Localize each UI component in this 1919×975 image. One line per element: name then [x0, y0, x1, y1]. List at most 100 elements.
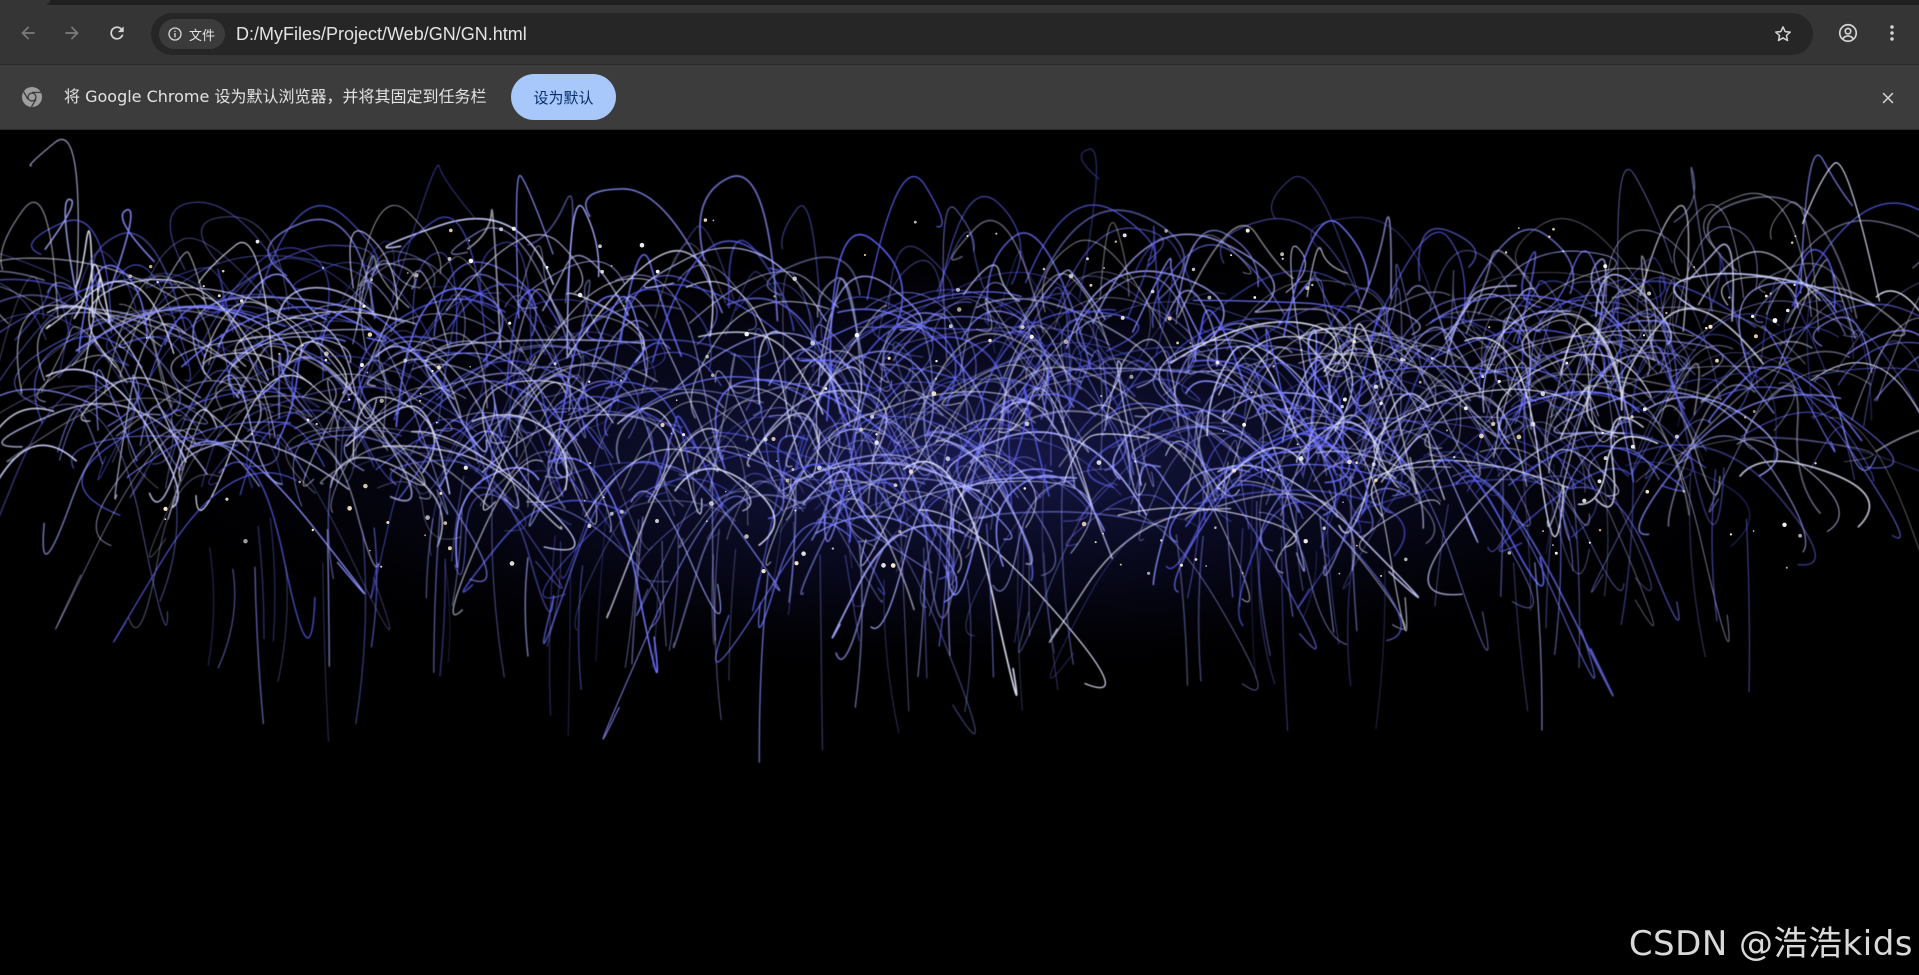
firework-streak [14, 284, 71, 341]
firework-spark [1752, 530, 1755, 532]
firework-spark [1253, 296, 1257, 299]
firework-spark [225, 497, 229, 501]
firework-spark [1086, 257, 1089, 261]
firework-spark [854, 332, 860, 338]
firework-spark [771, 437, 776, 441]
profile-button[interactable] [1832, 17, 1864, 49]
firework-streak [1770, 201, 1819, 333]
firework-spark [1785, 566, 1788, 569]
firework-spark [1481, 375, 1485, 379]
firework-spark [1764, 294, 1768, 298]
browser-window: 文件 D:/MyFiles/Project/Web/GN/GN.html 将 G… [0, 0, 1919, 975]
firework-streak [1847, 329, 1919, 355]
page-viewport: CSDN @浩浩kids [0, 130, 1919, 975]
firework-spark [301, 344, 304, 347]
firework-spark [315, 422, 318, 426]
firework-spark [1191, 267, 1196, 272]
firework-spark [583, 499, 586, 502]
firework-spark [1068, 273, 1074, 279]
firework-spark [1582, 498, 1587, 503]
firework-spark [1242, 422, 1247, 427]
set-default-button[interactable]: 设为默认 [511, 74, 616, 120]
firework-spark [164, 518, 167, 521]
firework-spark [1102, 532, 1105, 535]
firework-spark [955, 287, 961, 292]
firework-spark [858, 427, 863, 432]
firework-spark [898, 529, 902, 534]
firework-spark [1445, 429, 1449, 432]
site-info-chip[interactable]: 文件 [159, 19, 226, 49]
url-text[interactable]: D:/MyFiles/Project/Web/GN/GN.html [236, 13, 527, 55]
firework-spark [603, 496, 605, 499]
firework-spark [380, 565, 383, 568]
firework-spark [436, 365, 441, 370]
firework-spark [1122, 233, 1127, 238]
back-button[interactable] [12, 17, 44, 49]
firework-spark [1744, 416, 1747, 419]
firework-spark [1176, 341, 1180, 345]
chrome-menu-button[interactable] [1876, 17, 1908, 49]
firework-spark [1114, 240, 1117, 243]
firework-spark [1750, 314, 1755, 319]
firework-spark [600, 269, 605, 274]
firework-spark [1642, 334, 1646, 337]
firework-spark [1230, 254, 1233, 257]
firework-spark [1540, 391, 1546, 397]
firework-spark [744, 534, 749, 539]
firework-spark [670, 432, 673, 435]
firework-spark [1250, 391, 1253, 394]
firework-spark [706, 520, 708, 523]
firework-spark [824, 387, 828, 390]
address-bar[interactable]: 文件 D:/MyFiles/Project/Web/GN/GN.html [151, 13, 1813, 55]
firework-spark [1793, 283, 1796, 287]
firework-spark [610, 264, 613, 267]
firework-spark [1179, 563, 1184, 567]
firework-spark [324, 351, 329, 357]
firework-spark [945, 456, 951, 461]
firework-spark [1798, 533, 1802, 538]
firework-spark [966, 234, 969, 238]
active-tab-edge[interactable] [0, 0, 50, 5]
firework-spark [1430, 357, 1434, 360]
firework-spark [1674, 434, 1679, 439]
forward-button[interactable] [56, 17, 88, 49]
infobar-close-button[interactable] [1872, 82, 1904, 114]
firework-spark [1241, 572, 1244, 574]
firework-spark [419, 392, 422, 395]
firework-spark [1400, 357, 1404, 362]
firework-spark [1222, 430, 1225, 432]
firework-spark [1507, 551, 1512, 555]
bookmark-button[interactable] [1767, 18, 1799, 50]
firework-spark [1280, 252, 1285, 257]
firework-spark [1551, 544, 1554, 547]
firework-spark [1215, 360, 1220, 365]
firework-spark [1347, 459, 1352, 465]
firework-spark [1371, 462, 1376, 467]
firework-spark [1772, 318, 1778, 323]
firework-spark [913, 220, 917, 224]
firework-spark [609, 511, 614, 516]
firework-spark [348, 398, 351, 401]
firework-spark [278, 352, 281, 356]
firework-spark [1120, 315, 1125, 320]
firework-spark [1453, 456, 1456, 459]
firework-spark [710, 373, 715, 377]
info-circle-icon [168, 27, 182, 41]
firework-spark [1769, 292, 1772, 295]
firework-spark [1565, 361, 1569, 365]
firework-spark [1479, 433, 1484, 439]
firework-spark [1094, 541, 1097, 544]
firework-spark [425, 515, 430, 520]
firework-spark [1562, 250, 1565, 253]
tab-strip [0, 0, 1919, 5]
firework-spark [588, 380, 591, 383]
firework-spark [1794, 235, 1797, 238]
firework-spark [1322, 526, 1326, 530]
reload-button[interactable] [101, 17, 133, 49]
firework-spark [1598, 528, 1602, 532]
firework-spark [1160, 539, 1163, 542]
close-icon [1882, 92, 1894, 104]
firework-spark [1338, 572, 1341, 575]
firework-spark [931, 391, 937, 396]
firework-spark [1272, 364, 1275, 368]
